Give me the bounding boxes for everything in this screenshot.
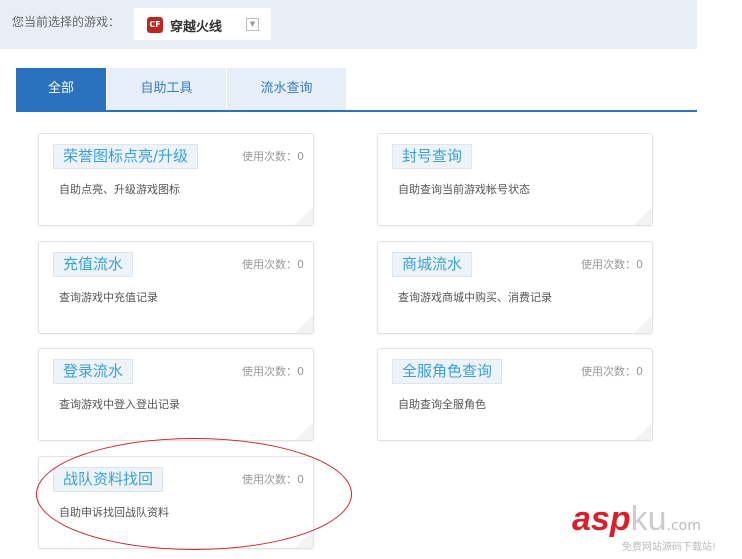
page-curl-icon xyxy=(295,315,313,333)
watermark-com: .com xyxy=(666,518,701,534)
usage-count: 使用次数：0 xyxy=(242,150,304,163)
page-curl-icon xyxy=(634,207,652,225)
tool-card[interactable]: 登录流水 使用次数：0 查询游戏中登入登出记录 xyxy=(38,348,314,441)
watermark-slogan: 免费网站源码下载站! xyxy=(622,542,717,553)
tool-title[interactable]: 充值流水 xyxy=(53,252,134,277)
tool-desc: 查询游戏中充值记录 xyxy=(59,291,158,304)
tab-underline xyxy=(16,110,697,112)
tool-desc: 自助查询当前游戏帐号状态 xyxy=(398,183,530,196)
tool-title[interactable]: 登录流水 xyxy=(53,359,134,384)
usage-count: 使用次数：0 xyxy=(581,365,643,378)
tool-card[interactable]: 全服角色查询 使用次数：0 自助查询全服角色 xyxy=(377,348,653,441)
tool-title[interactable]: 商城流水 xyxy=(392,252,473,277)
game-label: 您当前选择的游戏： xyxy=(12,15,121,29)
page-curl-icon xyxy=(634,315,652,333)
chevron-down-icon[interactable]: ▼ xyxy=(246,18,259,31)
tool-desc: 自助点亮、升级游戏图标 xyxy=(59,183,180,196)
tool-card[interactable]: 充值流水 使用次数：0 查询游戏中充值记录 xyxy=(38,241,314,334)
watermark-ku: ku xyxy=(630,500,667,538)
game-name: 穿越火线 xyxy=(170,20,223,35)
tool-title[interactable]: 全服角色查询 xyxy=(392,359,503,384)
usage-count: 使用次数：0 xyxy=(581,258,643,271)
page-curl-icon xyxy=(295,207,313,225)
tool-card[interactable]: 封号查询 自助查询当前游戏帐号状态 xyxy=(377,133,653,226)
page-curl-icon xyxy=(295,422,313,440)
tool-card[interactable]: 荣誉图标点亮/升级 使用次数：0 自助点亮、升级游戏图标 xyxy=(38,133,314,226)
watermark-asp: asp xyxy=(572,500,631,538)
tool-title[interactable]: 荣誉图标点亮/升级 xyxy=(53,144,199,169)
tool-desc: 查询游戏商城中购买、消费记录 xyxy=(398,291,552,304)
tab-all[interactable]: 全部 xyxy=(16,68,107,110)
game-selector[interactable]: CF 穿越火线 ▼ xyxy=(134,8,271,40)
usage-count: 使用次数：0 xyxy=(242,258,304,271)
tool-title[interactable]: 封号查询 xyxy=(392,144,473,169)
game-icon: CF xyxy=(147,17,163,33)
usage-count: 使用次数：0 xyxy=(242,365,304,378)
tool-desc: 查询游戏中登入登出记录 xyxy=(59,398,180,411)
tool-desc: 自助查询全服角色 xyxy=(398,398,486,411)
tab-transaction-query[interactable]: 流水查询 xyxy=(227,68,347,110)
tab-bar: 全部 自助工具 流水查询 xyxy=(16,68,347,110)
watermark-logo: aspku.com 免费网站源码下载站! xyxy=(572,500,716,553)
tool-card[interactable]: 商城流水 使用次数：0 查询游戏商城中购买、消费记录 xyxy=(377,241,653,334)
page-curl-icon xyxy=(634,422,652,440)
tab-self-service-tools[interactable]: 自助工具 xyxy=(107,68,227,110)
highlight-ellipse xyxy=(36,438,352,550)
game-bar: 您当前选择的游戏： CF 穿越火线 ▼ xyxy=(0,0,697,49)
